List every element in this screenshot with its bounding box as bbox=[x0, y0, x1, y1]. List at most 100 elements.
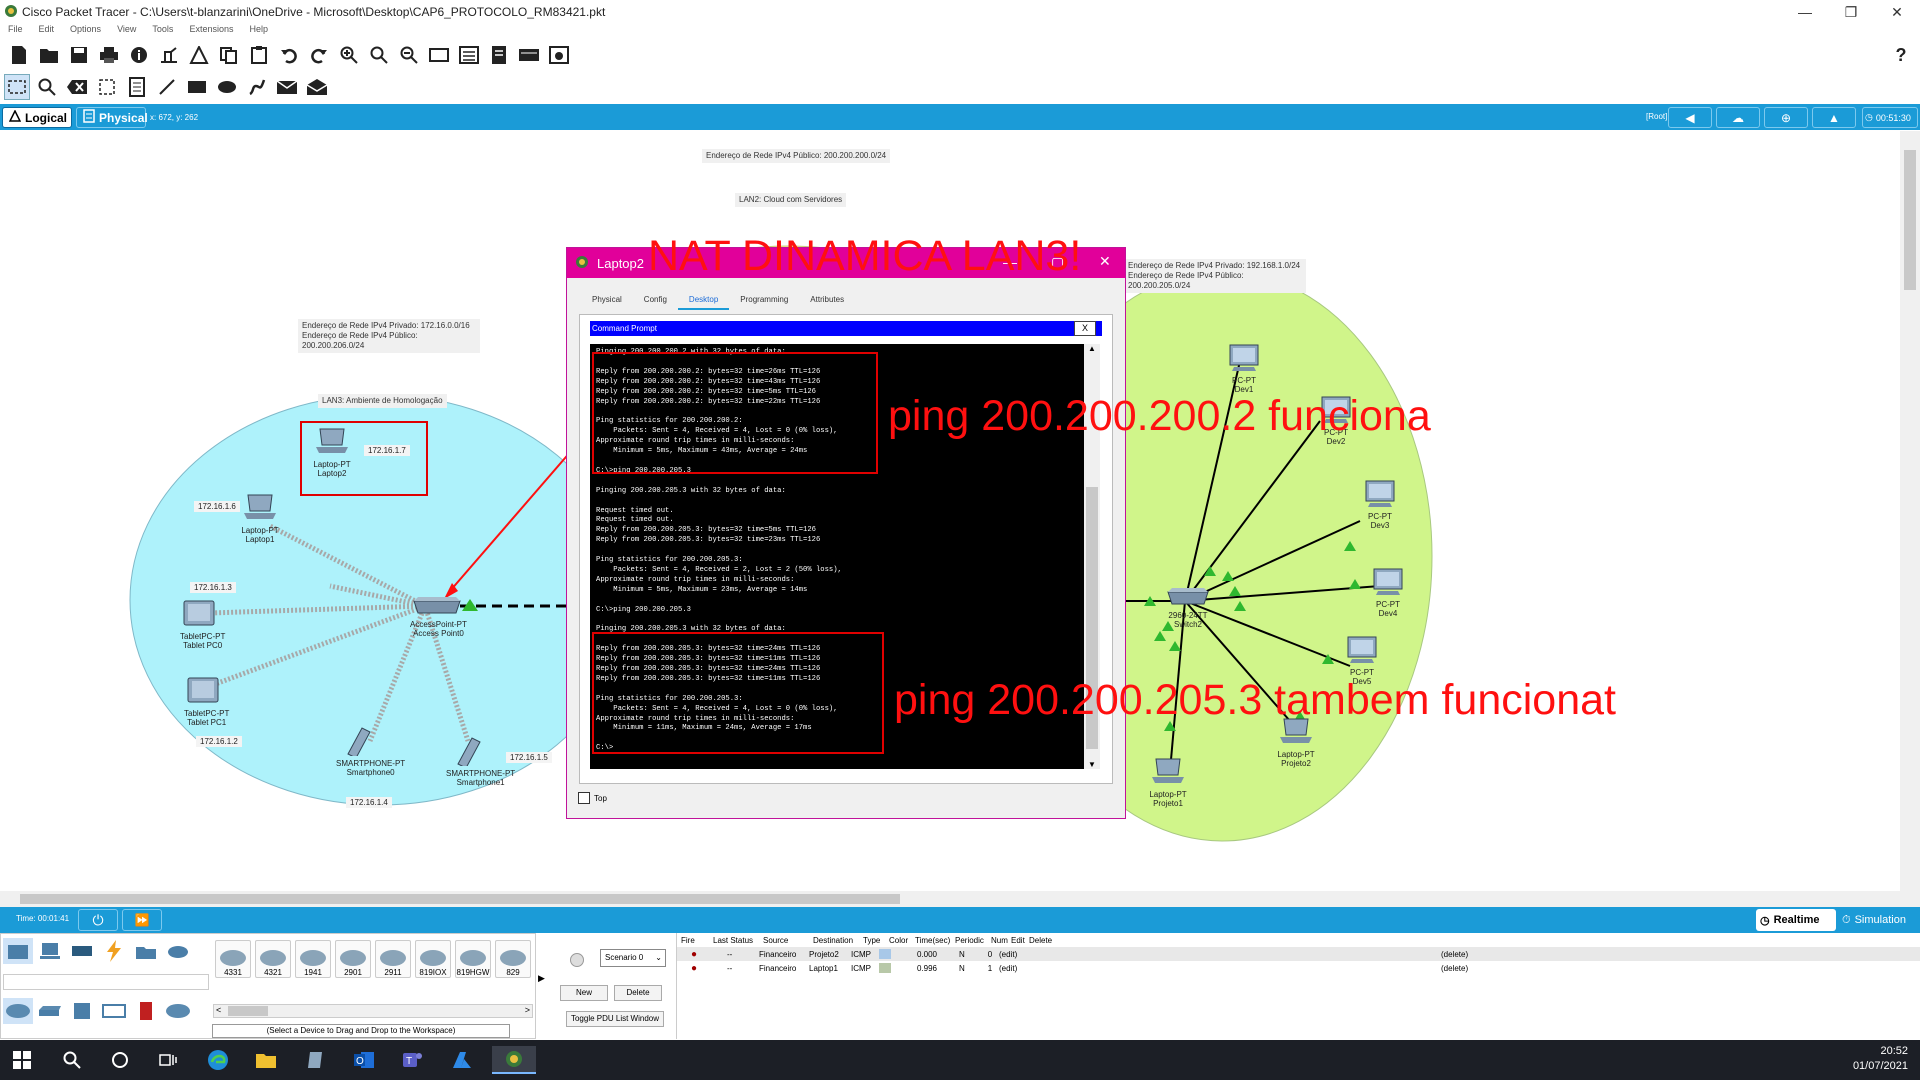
tablet-pc0-device[interactable]: TabletPC-PT Tablet PC0 bbox=[180, 599, 225, 650]
print-icon[interactable] bbox=[96, 42, 122, 68]
delete-tool-icon[interactable] bbox=[64, 74, 90, 100]
scroll-up-icon[interactable]: ▲ bbox=[1084, 344, 1100, 353]
zoom-reset-icon[interactable] bbox=[366, 42, 392, 68]
router-list-scroll-thumb[interactable] bbox=[228, 1006, 268, 1016]
delete-scenario-button[interactable]: Delete bbox=[614, 985, 662, 1001]
routers-icon[interactable] bbox=[3, 998, 33, 1024]
realtime-mode-button[interactable]: ◷ Realtime bbox=[1756, 909, 1836, 931]
router-model-2911[interactable]: 2911 bbox=[375, 940, 411, 978]
document-icon[interactable] bbox=[486, 42, 512, 68]
new-file-icon[interactable] bbox=[6, 42, 32, 68]
draw-ellipse-icon[interactable] bbox=[214, 74, 240, 100]
tab-programming[interactable]: Programming bbox=[729, 292, 799, 310]
fast-forward-icon[interactable]: ⏩ bbox=[122, 909, 162, 931]
select-tool-icon[interactable] bbox=[4, 74, 30, 100]
tab-desktop[interactable]: Desktop bbox=[677, 292, 730, 310]
set-background-icon[interactable]: ▲ bbox=[1812, 107, 1856, 128]
network-devices-icon[interactable] bbox=[3, 938, 33, 964]
notes-app-icon[interactable] bbox=[300, 1046, 332, 1074]
connections-icon[interactable] bbox=[99, 938, 129, 964]
redo-icon[interactable] bbox=[306, 42, 332, 68]
logical-mode-button[interactable]: Logical bbox=[2, 107, 72, 128]
menu-edit[interactable]: Edit bbox=[39, 24, 55, 38]
search-icon[interactable] bbox=[56, 1046, 88, 1074]
dev3-device[interactable]: PC-PT Dev3 bbox=[1360, 479, 1400, 530]
multiuser-icon[interactable] bbox=[163, 938, 193, 964]
file-explorer-icon[interactable] bbox=[250, 1046, 282, 1074]
router-model-829[interactable]: 829 bbox=[495, 940, 531, 978]
draw-rectangle-icon[interactable] bbox=[184, 74, 210, 100]
close-window-button[interactable]: ✕ bbox=[1874, 0, 1920, 24]
add-complex-pdu-icon[interactable] bbox=[304, 74, 330, 100]
help-icon[interactable]: ? bbox=[1888, 42, 1914, 68]
router-model-4321[interactable]: 4321 bbox=[255, 940, 291, 978]
tab-physical[interactable]: Physical bbox=[581, 292, 633, 310]
menu-file[interactable]: File bbox=[8, 24, 23, 38]
task-view-icon[interactable] bbox=[152, 1046, 184, 1074]
scroll-right-icon[interactable]: > bbox=[525, 1005, 530, 1015]
tab-config[interactable]: Config bbox=[633, 292, 678, 310]
place-note-icon[interactable] bbox=[124, 74, 150, 100]
dev4-device[interactable]: PC-PT Dev4 bbox=[1368, 567, 1408, 618]
edge-browser-icon[interactable] bbox=[202, 1046, 234, 1074]
viewport-clock[interactable]: ◷ 00:51:30 bbox=[1862, 107, 1918, 128]
components-icon[interactable] bbox=[67, 938, 97, 964]
smartphone0-device[interactable]: SMARTPHONE-PT Smartphone0 bbox=[336, 726, 405, 777]
activity-wizard-icon[interactable] bbox=[186, 42, 212, 68]
cluster-icon[interactable]: ☁ bbox=[1716, 107, 1760, 128]
physical-mode-button[interactable]: Physical bbox=[76, 107, 148, 128]
hubs-icon[interactable] bbox=[67, 998, 97, 1024]
router-list-scrollbar[interactable]: < > bbox=[213, 1004, 533, 1018]
drawing-palette-icon[interactable] bbox=[426, 42, 452, 68]
power-cycle-icon[interactable]: ⏻ bbox=[78, 909, 118, 931]
save-icon[interactable] bbox=[66, 42, 92, 68]
menu-view[interactable]: View bbox=[117, 24, 136, 38]
pdu-edit-link[interactable]: (edit) bbox=[999, 950, 1441, 959]
switches-icon[interactable] bbox=[35, 998, 65, 1024]
menu-help[interactable]: Help bbox=[249, 24, 268, 38]
resize-shape-icon[interactable] bbox=[94, 74, 120, 100]
command-prompt-close-button[interactable]: X bbox=[1074, 321, 1096, 336]
scroll-left-icon[interactable]: < bbox=[216, 1005, 221, 1015]
wan-emulation-icon[interactable] bbox=[163, 998, 193, 1024]
system-clock[interactable]: 20:52 01/07/2021 bbox=[1853, 1044, 1908, 1074]
laptop2-close-button[interactable]: ✕ bbox=[1099, 253, 1111, 270]
tablet-pc1-device[interactable]: TabletPC-PT Tablet PC1 bbox=[184, 676, 229, 727]
laptop1-device[interactable]: Laptop-PT Laptop1 bbox=[240, 493, 280, 544]
panel-expand-icon[interactable]: ▶ bbox=[538, 973, 548, 993]
windows-start-icon[interactable] bbox=[6, 1046, 38, 1074]
scroll-down-icon[interactable]: ▼ bbox=[1084, 760, 1100, 769]
pdu-edit-link[interactable]: (edit) bbox=[999, 964, 1441, 973]
new-scenario-button[interactable]: New bbox=[560, 985, 608, 1001]
dev1-device[interactable]: PC-PT Dev1 bbox=[1224, 343, 1264, 394]
copy-icon[interactable] bbox=[216, 42, 242, 68]
pdu-delete-link[interactable]: (delete) bbox=[1441, 964, 1468, 973]
simulation-mode-button[interactable]: ⏱ Simulation bbox=[1838, 909, 1920, 931]
packet-tracer-taskbar-icon[interactable] bbox=[492, 1046, 536, 1074]
freeform-icon[interactable] bbox=[244, 74, 270, 100]
azure-icon[interactable] bbox=[446, 1046, 478, 1074]
info-icon[interactable] bbox=[126, 42, 152, 68]
top-checkbox[interactable] bbox=[578, 792, 590, 804]
router-model-819iox[interactable]: 819IOX bbox=[415, 940, 451, 978]
root-breadcrumb[interactable]: [Root] bbox=[1646, 112, 1667, 121]
projeto1-device[interactable]: Laptop-PT Projeto1 bbox=[1148, 757, 1188, 808]
inspect-icon[interactable] bbox=[34, 74, 60, 100]
fire-pdu-icon[interactable]: ● bbox=[691, 949, 727, 960]
zoom-out-icon[interactable] bbox=[396, 42, 422, 68]
fire-pdu-icon[interactable]: ● bbox=[691, 963, 727, 974]
custom-device-icon[interactable] bbox=[456, 42, 482, 68]
vertical-scroll-thumb[interactable] bbox=[1904, 150, 1916, 290]
horizontal-scroll-thumb[interactable] bbox=[20, 894, 900, 904]
smartphone1-device[interactable]: SMARTPHONE-PT Smartphone1 bbox=[446, 736, 515, 787]
router-model-1941[interactable]: 1941 bbox=[295, 940, 331, 978]
back-icon[interactable]: ◀ bbox=[1668, 107, 1712, 128]
new-cluster-icon[interactable]: ⊕ bbox=[1764, 107, 1808, 128]
projeto2-device[interactable]: Laptop-PT Projeto2 bbox=[1276, 717, 1316, 768]
table-row[interactable]: ● -- Financeiro Laptop1 ICMP 0.996 N 1 (… bbox=[677, 961, 1920, 975]
draw-line-icon[interactable] bbox=[154, 74, 180, 100]
network-wizard-icon[interactable] bbox=[156, 42, 182, 68]
screenshot-icon[interactable] bbox=[546, 42, 572, 68]
table-row[interactable]: ● -- Financeiro Projeto2 ICMP 0.000 N 0 … bbox=[677, 947, 1920, 961]
paste-icon[interactable] bbox=[246, 42, 272, 68]
